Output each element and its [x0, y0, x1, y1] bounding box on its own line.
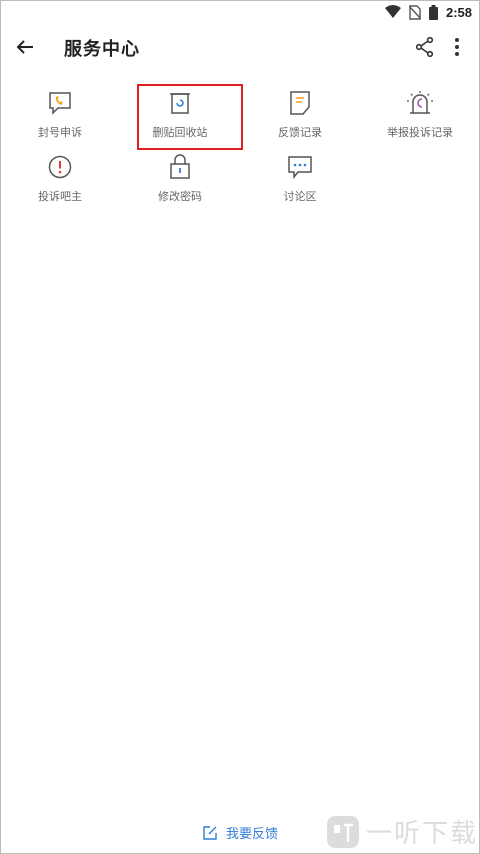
- feedback-record-icon: [290, 91, 310, 115]
- status-icons: 2:58: [384, 2, 472, 22]
- tile-change-password[interactable]: 修改密码: [120, 148, 240, 208]
- feedback-label: 我要反馈: [225, 826, 278, 841]
- tile-label: 修改密码: [158, 191, 202, 203]
- watermark-text: 一听下载: [365, 819, 478, 849]
- page-title: 服务中心: [64, 39, 140, 60]
- app-bar: 服务中心: [0, 24, 480, 70]
- tile-label: 投诉吧主: [38, 191, 82, 203]
- tile-account-appeal[interactable]: 封号申诉: [0, 84, 120, 144]
- watermark-logo-icon: [326, 815, 359, 848]
- appeal-phone-icon: [49, 92, 71, 115]
- recycle-bin-icon: [170, 93, 190, 114]
- complaint-alert-icon: [48, 155, 72, 179]
- status-time: 2:58: [445, 4, 472, 20]
- tile-label: 封号申诉: [38, 127, 82, 139]
- back-arrow-icon[interactable]: [14, 36, 36, 58]
- discussion-icon: [288, 156, 312, 180]
- more-options-icon[interactable]: [446, 36, 468, 58]
- watermark: 一听下载: [326, 813, 478, 850]
- tile-complain-moderator[interactable]: 投诉吧主: [0, 148, 120, 208]
- no-sim-icon: [408, 4, 421, 20]
- report-alarm-icon: [407, 91, 433, 114]
- tile-discussion[interactable]: 讨论区: [240, 148, 360, 208]
- tile-label: 讨论区: [283, 191, 317, 203]
- tile-label: 删贴回收站: [152, 127, 208, 139]
- status-bar: 2:58: [0, 0, 480, 24]
- tile-feedback-record[interactable]: 反馈记录: [240, 84, 360, 144]
- lock-icon: [170, 154, 190, 179]
- tile-label: 举报投诉记录: [387, 127, 453, 139]
- edit-icon: [203, 825, 217, 840]
- tile-label: 反馈记录: [278, 127, 322, 139]
- share-icon[interactable]: [414, 36, 436, 58]
- battery-icon: [428, 4, 438, 20]
- tile-recycle-bin[interactable]: 删贴回收站: [120, 84, 240, 144]
- wifi-icon: [384, 5, 401, 18]
- tile-report-record[interactable]: 举报投诉记录: [360, 84, 480, 144]
